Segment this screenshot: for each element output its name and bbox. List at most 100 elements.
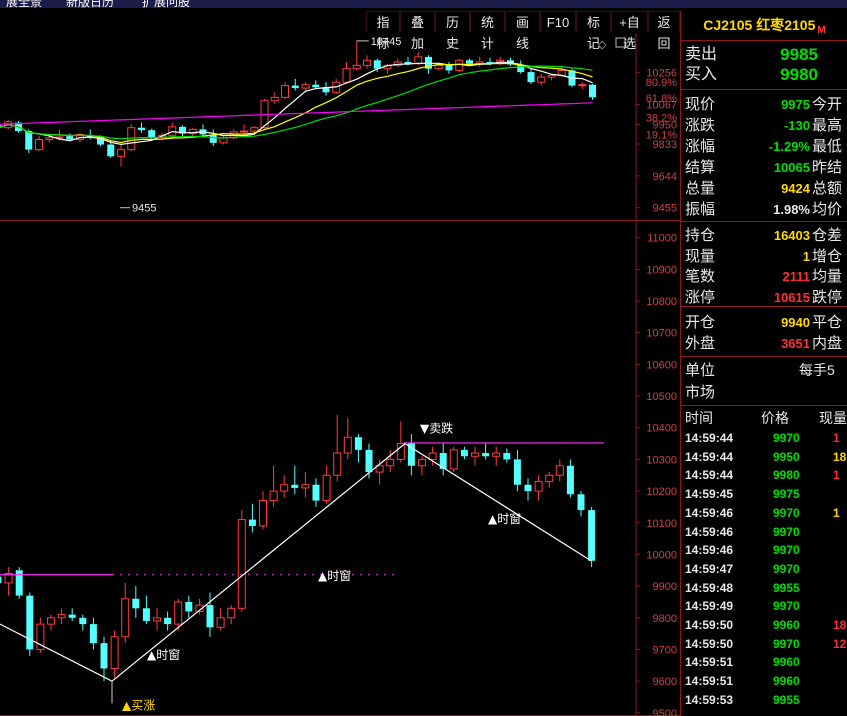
trade-price: 9975 [773, 487, 800, 502]
ask-price: 9985 [780, 45, 818, 64]
candle-body [352, 64, 361, 70]
trade-row: 14:59:46 9970 [681, 523, 847, 542]
y-tick-label: 11000 [647, 233, 677, 245]
candle-body [148, 130, 156, 138]
f10-button[interactable]: F10 [540, 11, 576, 32]
trade-price: 9970 [773, 505, 800, 520]
symbol-code: CJ2105 [703, 17, 753, 33]
trade-row: 14:59:44 9950 18 [681, 448, 847, 467]
pct-tick-label: 61.8% [646, 93, 677, 105]
quote-label-2: 最低 [812, 138, 843, 155]
position-row: 笔数 2111 均量 [681, 267, 847, 286]
lower-kline-chart[interactable]: 11000 10900 10800 10700 10600 10500 10400 10300… [0, 221, 680, 716]
trade-price: 9955 [773, 692, 800, 707]
signal-label: ▲时窗 [318, 569, 351, 583]
mark-button[interactable]: 标记 [576, 11, 611, 51]
trade-row: 14:59:45 9975 [681, 485, 847, 504]
position-label-2: 仓差 [812, 227, 843, 244]
trade-price: 9960 [773, 618, 800, 632]
open-value: 3651 [781, 336, 810, 351]
history-button[interactable]: 历史 [435, 11, 470, 51]
candle-body [206, 605, 214, 628]
high-annotation: 10445 [371, 36, 402, 48]
candle-body [301, 84, 310, 89]
candle-body [578, 84, 587, 87]
trade-row: 14:59:44 9970 1 [681, 429, 847, 448]
indicator-button[interactable]: 指标 [366, 11, 400, 51]
candle-body [503, 453, 511, 460]
ma5-line [0, 61, 593, 146]
trade-row: 14:59:50 9970 12 [681, 635, 847, 654]
trade-row: 14:59:53 9955 [681, 691, 847, 710]
symbol-name: 红枣2105 [756, 17, 816, 33]
top-menu-item[interactable]: 扩展问股 [142, 0, 190, 8]
candle-body [164, 617, 172, 625]
trade-time: 14:59:44 [685, 449, 734, 464]
top-menu-bar: 扩展全景 新版日历 扩展问股 [0, 0, 847, 8]
y-tick-label: 10900 [646, 264, 677, 276]
quote-label: 现价 [685, 96, 716, 113]
position-value: 1 [802, 248, 810, 264]
quote-value: 9424 [781, 181, 810, 196]
y-tick-label: 9800 [653, 613, 677, 625]
open-row: 开仓 9940 平仓 [681, 313, 847, 332]
position-label: 持仓 [685, 227, 716, 244]
add-watchlist-button[interactable]: +自选 [611, 11, 648, 51]
candle-body [100, 643, 108, 669]
bid-row: 买入 9980 [681, 65, 847, 84]
unit-value: 每手5 [799, 362, 835, 378]
candle-body [237, 519, 246, 609]
trade-row: 14:59:51 9960 [681, 672, 847, 691]
top-menu-item[interactable]: 扩展全景 [0, 0, 42, 8]
candle-body [534, 481, 543, 492]
back-button[interactable]: 返回 [648, 11, 680, 51]
trade-price: 9980 [773, 468, 800, 483]
overlay-button[interactable]: 叠加 [400, 11, 435, 51]
trade-row: 14:59:48 9955 [681, 579, 847, 598]
candle-body [365, 449, 373, 473]
statistics-button[interactable]: 统计 [470, 11, 505, 51]
position-row: 现量 1 增仓 [681, 247, 847, 266]
chart-area[interactable]: 10256 10067 9950 9833 9644 9455 80.9% 61.8% 38.2… [0, 33, 680, 716]
candle-body [333, 452, 342, 476]
trade-price: 9970 [773, 561, 800, 576]
candle-body [89, 624, 97, 644]
trade-time: 14:59:50 [685, 618, 734, 632]
candle-body [47, 617, 55, 625]
trade-row: 14:59:49 9970 [681, 597, 847, 616]
trade-volume: 12 [833, 636, 847, 651]
candle-body [373, 60, 381, 69]
candle-body [0, 576, 2, 583]
candle-body [445, 65, 453, 71]
trade-volume: 1 [833, 505, 840, 520]
trade-row: 14:59:50 9960 18 [681, 616, 847, 635]
trade-row: 14:59:46 9970 [681, 541, 847, 560]
y-tick-label: 10700 [646, 328, 677, 340]
trade-volume: 1 [833, 468, 840, 483]
candle-body [460, 449, 468, 457]
trade-time: 14:59:46 [685, 505, 734, 520]
y-tick-label: 10800 [646, 296, 677, 308]
candle-body [142, 608, 150, 621]
market-label: 市场 [685, 384, 716, 401]
position-label: 现量 [685, 247, 716, 265]
quote-row: 涨跌 -130 最高 [681, 116, 847, 135]
upper-kline-chart[interactable]: 1025610067995098339644945580.9%61.8%38.2… [0, 33, 680, 221]
candle-body [121, 598, 130, 638]
pct-tick-label: 19.1% [646, 129, 677, 141]
top-menu-item[interactable]: 新版日历 [66, 0, 114, 8]
trade-time: 14:59:48 [685, 580, 734, 595]
candle-body [270, 96, 279, 102]
candle-body [428, 452, 437, 460]
quote-label-2: 均价 [812, 201, 843, 218]
candle-body [566, 465, 574, 495]
quote-label: 涨跌 [685, 117, 716, 134]
trade-time: 14:59:46 [685, 543, 734, 558]
candle-body [524, 484, 532, 492]
y-tick-label: 9900 [653, 581, 677, 593]
quote-value: -1.29% [768, 139, 810, 154]
candle-body [66, 136, 74, 140]
draw-line-button[interactable]: 画线 [505, 11, 540, 51]
trade-time: 14:59:51 [685, 674, 734, 689]
y-tick-label: 10500 [646, 391, 677, 403]
